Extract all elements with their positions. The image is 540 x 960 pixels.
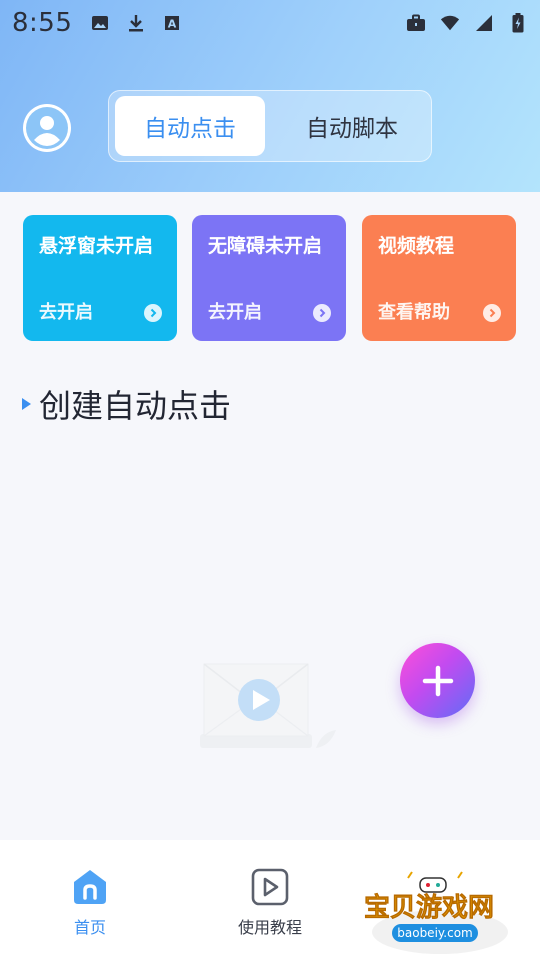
section-title: 创建自动点击 <box>39 387 232 425</box>
add-button[interactable] <box>400 643 475 718</box>
user-avatar-icon[interactable] <box>23 104 71 152</box>
watermark-url: baobeiy.com <box>397 926 472 940</box>
card-action: 去开启 <box>39 302 93 323</box>
home-icon <box>74 870 106 904</box>
empty-state-illustration <box>200 660 340 752</box>
watermark-text: 宝贝游戏网 <box>364 892 494 923</box>
nav-home-label: 首页 <box>73 918 106 937</box>
image-icon <box>90 13 110 33</box>
chevron-right-icon <box>313 304 331 322</box>
chevron-right-icon <box>144 304 162 322</box>
wifi-icon <box>440 13 460 33</box>
card-title: 视频教程 <box>378 235 455 257</box>
mode-tab-switcher: 自动点击 自动脚本 <box>108 90 432 162</box>
card-title: 无障碍未开启 <box>208 235 323 257</box>
tab-auto-script[interactable]: 自动脚本 <box>277 96 427 156</box>
play-square-icon <box>251 868 289 906</box>
status-time: 8:55 <box>12 8 73 38</box>
triangle-marker-icon <box>22 398 31 410</box>
status-left-icons: A <box>90 13 182 33</box>
section-heading: 创建自动点击 <box>22 382 231 426</box>
accessibility-card[interactable]: 无障碍未开启 去开启 <box>192 215 346 341</box>
floating-window-card[interactable]: 悬浮窗未开启 去开启 <box>23 215 177 341</box>
briefcase-icon <box>406 13 426 33</box>
card-action: 去开启 <box>208 302 262 323</box>
card-action: 查看帮助 <box>378 302 450 323</box>
chevron-right-icon <box>483 304 501 322</box>
signal-icon <box>474 13 494 33</box>
status-cards: 悬浮窗未开启 去开启 无障碍未开启 去开启 视频教程 查看帮助 <box>23 215 517 341</box>
card-title: 悬浮窗未开启 <box>39 235 154 257</box>
download-icon <box>126 13 146 33</box>
tab-auto-click[interactable]: 自动点击 <box>115 96 265 156</box>
watermark-logo: 宝贝游戏网 baobeiy.com <box>362 866 512 956</box>
battery-charging-icon <box>508 13 528 33</box>
nav-tutorial-label: 使用教程 <box>237 918 302 937</box>
status-right-icons <box>406 13 528 33</box>
plus-icon <box>422 665 453 696</box>
status-bar: 8:55 A <box>0 0 540 46</box>
keyboard-a-icon: A <box>162 13 182 33</box>
nav-tutorial[interactable]: 使用教程 <box>210 868 330 938</box>
video-tutorial-card[interactable]: 视频教程 查看帮助 <box>362 215 516 341</box>
svg-text:A: A <box>168 18 177 31</box>
nav-home[interactable]: 首页 <box>30 868 150 938</box>
